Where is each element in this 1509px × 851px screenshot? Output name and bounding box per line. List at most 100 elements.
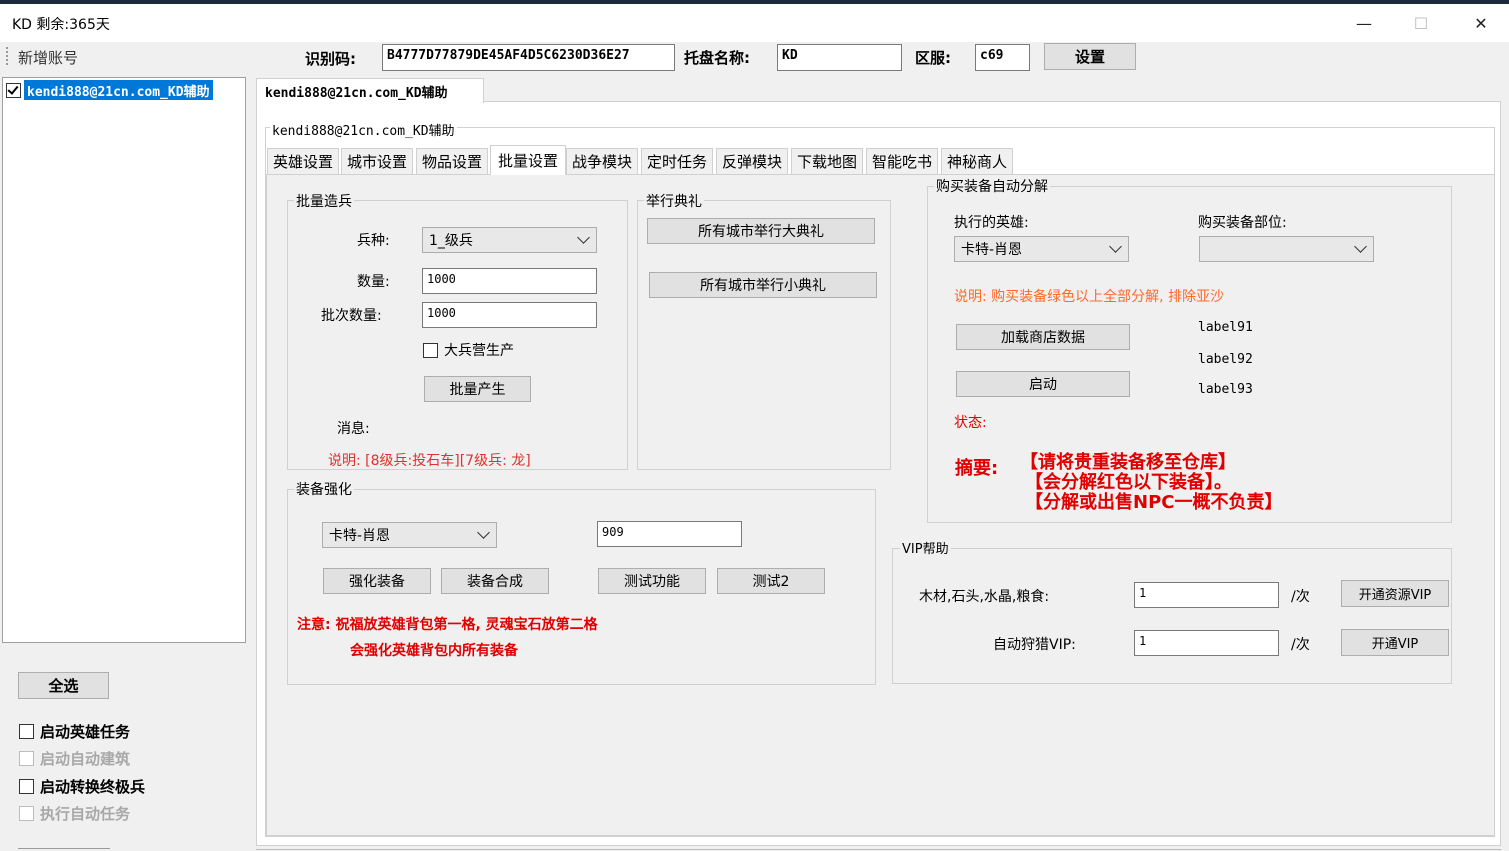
label91: label91 [1198,320,1253,335]
test-function-button[interactable]: 测试功能 [598,568,706,594]
option-auto-task[interactable]: 执行自动任务 [19,803,130,824]
combine-equip-button[interactable]: 装备合成 [441,568,549,594]
batch-produce-button[interactable]: 批量产生 [424,376,531,402]
toolbar-grip [6,47,8,65]
resources-label: 木材,石头,水晶,粮食: [919,589,1050,605]
summary-label: 摘要: [955,458,999,479]
chevron-down-icon [477,526,490,539]
maximize-button[interactable]: ☐ [1398,4,1444,42]
enhance-note-line2: 会强化英雄背包内所有装备 [350,643,518,659]
id-field[interactable]: B4777D77879DE45AF4D5C6230D36E27 [382,44,675,71]
auto-task-checkbox[interactable] [19,806,34,821]
tab-books[interactable]: 智能吃书 [866,148,938,174]
tab-merchant[interactable]: 神秘商人 [941,148,1013,174]
enhance-number-field[interactable]: 909 [597,521,742,547]
barracks-option[interactable]: 大兵营生产 [423,340,514,360]
summary-line1: 【请将贵重装备移至仓库】 [1020,452,1236,473]
troop-type-value: 1_级兵 [429,233,473,249]
equip-enhance-title: 装备强化 [294,479,354,499]
equip-slot-label: 购买装备部位: [1198,215,1287,231]
tab-items[interactable]: 物品设置 [416,148,488,174]
quantity-field[interactable]: 1000 [422,268,597,294]
enhance-equip-button[interactable]: 强化装备 [323,568,431,594]
batch-count-field[interactable]: 1000 [422,302,597,328]
auto-build-label: 启动自动建筑 [40,750,131,768]
quantity-label: 数量: [357,274,390,290]
exec-hero-label: 执行的英雄: [954,215,1029,231]
option-hero-task[interactable]: 启动英雄任务 [19,721,130,742]
chevron-down-icon [1354,240,1367,253]
account-checkbox[interactable] [6,83,21,98]
batch-troops-note: 说明: [8级兵:投石车][7级兵: 龙] [328,453,531,469]
exec-hero-select[interactable]: 卡特-肖恩 [954,236,1129,262]
big-ceremony-button[interactable]: 所有城市举行大典礼 [647,218,875,244]
auto-task-label: 执行自动任务 [40,805,131,823]
start-button[interactable]: 启动 [956,371,1130,397]
option-auto-build[interactable]: 启动自动建筑 [19,748,130,769]
troop-type-label: 兵种: [357,233,390,249]
zone-label: 区服: [915,49,951,67]
vip-group [892,548,1452,684]
window-title: KD 剩余:365天 [12,17,110,33]
option-convert-troops[interactable]: 启动转换终极兵 [19,776,145,797]
host-name-field[interactable]: KD [777,44,902,71]
small-ceremony-button[interactable]: 所有城市举行小典礼 [649,272,877,298]
summary-line2: 【会分解红色以下装备】。 [1025,472,1232,493]
right-edge [1501,101,1509,851]
resources-vip-button[interactable]: 开通资源VIP [1341,580,1449,607]
label92: label92 [1198,352,1253,367]
tab-hero[interactable]: 英雄设置 [267,148,339,174]
hunt-vip-button[interactable]: 开通VIP [1341,629,1449,656]
account-group-title: kendi888@21cn.com_KD辅助 [270,120,457,139]
hunt-vip-label: 自动狩猎VIP: [993,637,1076,653]
auto-decompose-title: 购买装备自动分解 [934,176,1050,196]
batch-troops-title: 批量造兵 [294,191,354,211]
summary-line3: 【分解或出售NPC一概不负责】 [1025,492,1283,513]
equip-slot-select[interactable] [1199,236,1374,262]
batch-count-label: 批次数量: [321,308,382,324]
id-label: 识别码: [305,50,356,68]
enhance-hero-value: 卡特-肖恩 [329,528,391,544]
load-shop-data-button[interactable]: 加载商店数据 [956,324,1130,350]
tab-war[interactable]: 战争模块 [566,148,638,174]
chevron-down-icon [577,231,590,244]
tab-map[interactable]: 下载地图 [791,148,863,174]
tab-batch[interactable]: 批量设置 [490,145,566,175]
hero-task-label: 启动英雄任务 [40,723,131,741]
hunt-vip-field[interactable]: 1 [1134,630,1279,656]
convert-troops-checkbox[interactable] [19,779,34,794]
barracks-checkbox[interactable] [423,342,438,358]
convert-troops-label: 启动转换终极兵 [40,778,146,796]
decompose-note: 说明: 购买装备绿色以上全部分解, 排除亚沙 [954,289,1225,305]
account-item[interactable]: kendi888@21cn.com_KD辅助 [24,80,213,100]
test2-button[interactable]: 测试2 [717,568,825,594]
label93: label93 [1198,382,1253,397]
title-bar [0,4,1509,42]
chevron-down-icon [1109,240,1122,253]
account-list[interactable] [2,77,246,643]
tab-timer[interactable]: 定时任务 [641,148,713,174]
add-account-button[interactable]: 新增账号 [18,47,78,68]
select-all-button[interactable]: 全选 [18,672,109,699]
vip-title: VIP帮助 [900,538,951,557]
resources-per-time: /次 [1291,589,1310,605]
tab-rebound[interactable]: 反弹模块 [716,148,788,174]
minimize-button[interactable]: — [1341,4,1387,42]
host-label: 托盘名称: [684,49,750,67]
enhance-hero-select[interactable]: 卡特-肖恩 [322,522,497,548]
ceremony-title: 举行典礼 [644,191,704,211]
document-tab[interactable]: kendi888@21cn.com_KD辅助 [256,78,484,103]
set-button[interactable]: 设置 [1044,43,1136,70]
troop-type-select[interactable]: 1_级兵 [422,227,597,253]
tab-city[interactable]: 城市设置 [341,148,413,174]
hunt-per-time: /次 [1291,637,1310,653]
zone-field[interactable]: c69 [975,44,1030,71]
exec-hero-value: 卡特-肖恩 [961,242,1023,258]
close-button[interactable]: ✕ [1458,4,1504,42]
status-label: 状态: [954,415,987,431]
resources-field[interactable]: 1 [1134,582,1279,608]
auto-build-checkbox[interactable] [19,751,34,766]
enhance-note-line1: 注意: 祝福放英雄背包第一格, 灵魂宝石放第二格 [297,617,598,633]
hero-task-checkbox[interactable] [19,724,34,739]
message-label: 消息: [337,421,370,437]
